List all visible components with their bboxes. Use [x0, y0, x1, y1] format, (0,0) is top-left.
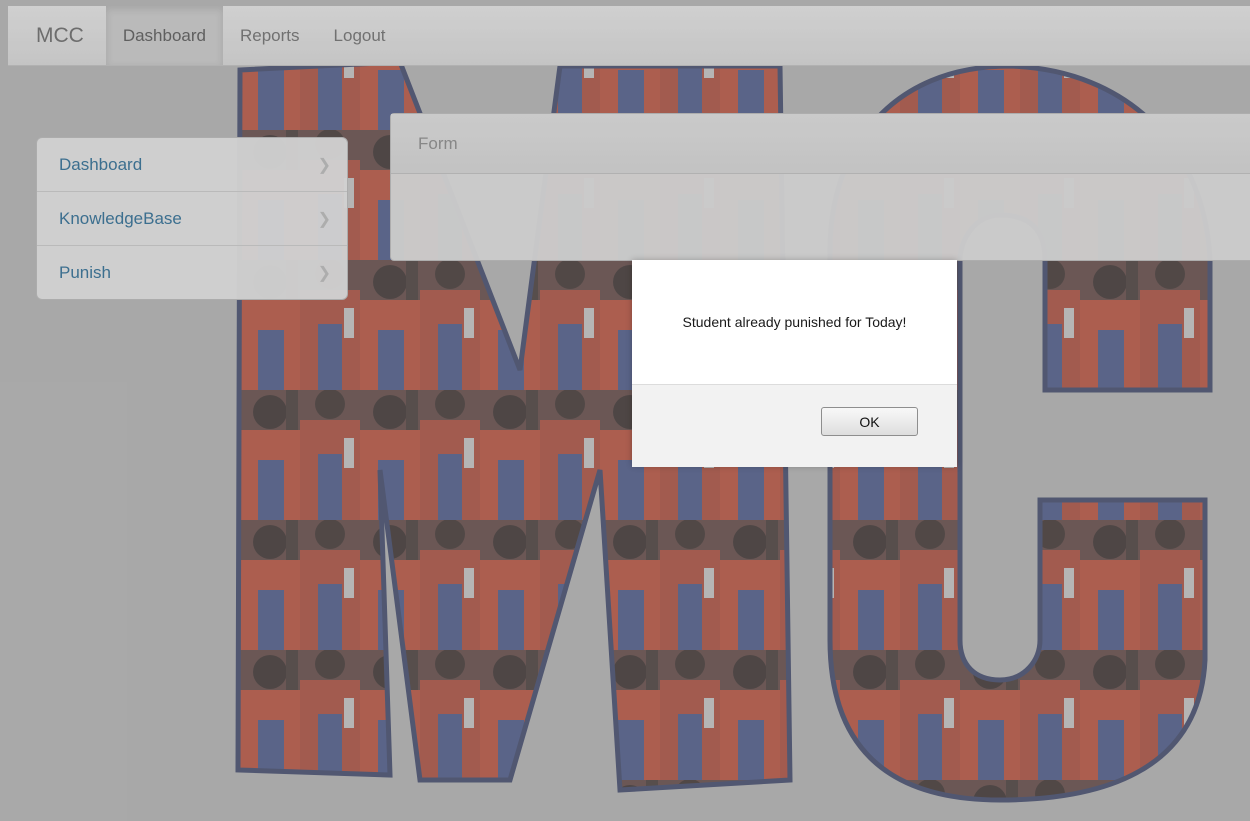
alert-dialog: Student already punished for Today! OK: [632, 260, 957, 467]
alert-footer: OK: [632, 384, 957, 467]
alert-message: Student already punished for Today!: [682, 314, 907, 330]
modal-overlay: [0, 0, 1250, 821]
ok-button[interactable]: OK: [821, 407, 918, 436]
